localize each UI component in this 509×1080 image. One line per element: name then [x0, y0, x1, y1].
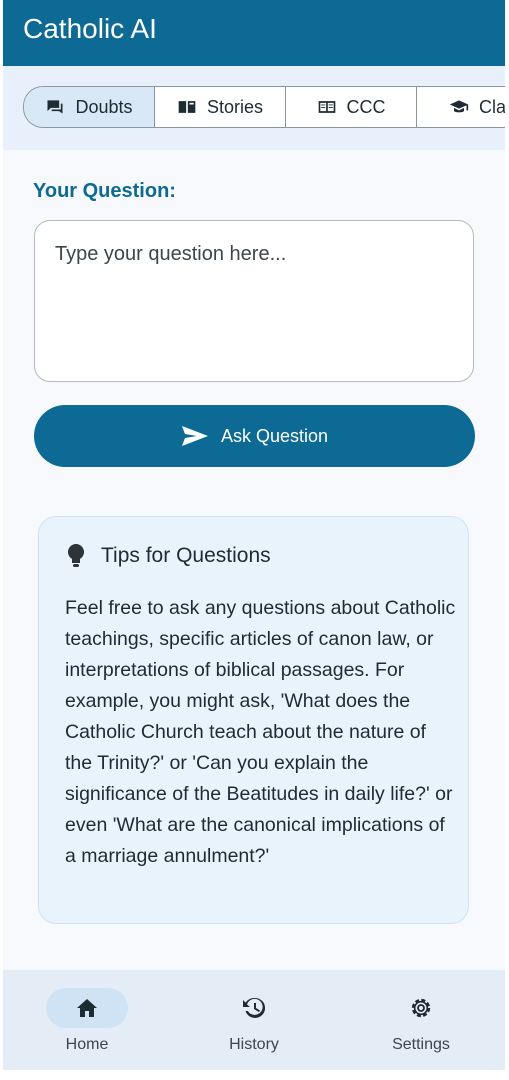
- chat-icon: [47, 100, 63, 114]
- tab-label: Stories: [206, 96, 264, 117]
- gear-icon: [411, 998, 431, 1018]
- segmented-tabs: Doubts Stories CCC Clas: [23, 86, 505, 128]
- question-label: Your Question:: [33, 180, 176, 202]
- ask-question-button[interactable]: Ask Question: [34, 405, 475, 467]
- tips-header: Tips for Questions: [67, 543, 271, 569]
- app-frame: Catholic AI Doubts Stories CCC Clas Your…: [3, 0, 505, 1070]
- tab-label: CCC: [346, 96, 386, 117]
- home-icon: [77, 999, 97, 1017]
- tab-stories[interactable]: Stories: [155, 87, 286, 127]
- app-bar: Catholic AI: [3, 0, 505, 66]
- send-icon: [181, 426, 208, 446]
- tab-doubts[interactable]: Doubts: [24, 87, 155, 127]
- nav-home-label: Home: [65, 1036, 109, 1053]
- tab-ccc[interactable]: CCC: [286, 87, 417, 127]
- open-book-icon: [318, 101, 335, 113]
- tips-text: Feel free to ask any questions about Cat…: [65, 597, 456, 867]
- graduation-cap-icon: [449, 100, 469, 113]
- nav-history-indicator: [213, 988, 295, 1028]
- nav-settings[interactable]: Settings: [361, 988, 481, 1058]
- nav-settings-label: Settings: [392, 1036, 450, 1053]
- nav-home[interactable]: Home: [27, 988, 147, 1058]
- ask-question-label: Ask Question: [220, 425, 329, 446]
- nav-history-label: History: [229, 1036, 279, 1053]
- lightbulb-icon: [68, 544, 84, 567]
- tips-card: Tips for Questions Feel free to ask any …: [38, 516, 469, 924]
- book-icon: [178, 101, 196, 113]
- app-title: Catholic AI: [23, 13, 157, 44]
- bottom-navigation: Home History Settings: [3, 970, 505, 1070]
- tab-strip: Doubts Stories CCC Clas: [3, 66, 505, 150]
- tab-label: Doubts: [75, 96, 133, 117]
- tab-label: Clas: [478, 96, 505, 117]
- question-input[interactable]: Type your question here...: [34, 220, 474, 382]
- nav-history[interactable]: History: [194, 988, 314, 1058]
- tips-title: Tips for Questions: [101, 544, 271, 567]
- history-icon: [243, 997, 266, 1018]
- nav-settings-indicator: [380, 988, 462, 1028]
- tab-classes[interactable]: Clas: [417, 87, 505, 127]
- nav-home-indicator: [46, 988, 128, 1028]
